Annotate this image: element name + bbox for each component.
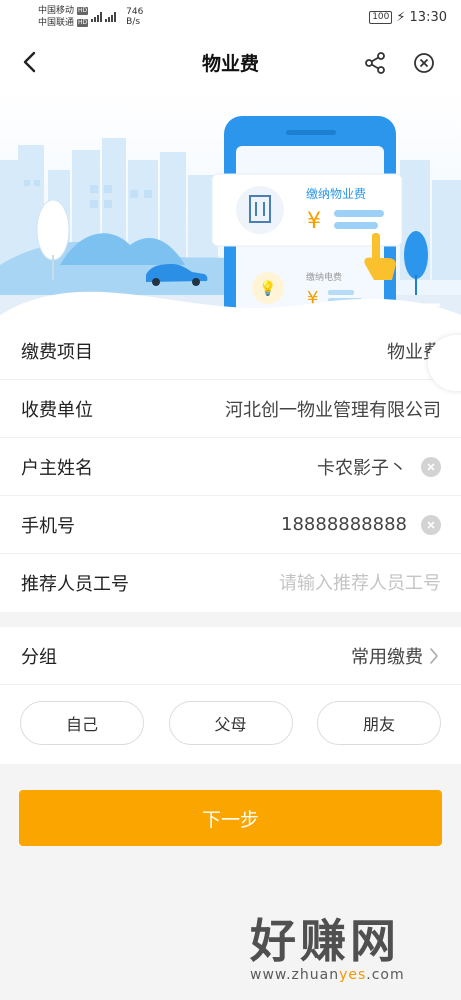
group-value: 常用缴费 [351, 646, 423, 668]
page-title: 物业费 [201, 52, 259, 75]
carrier-2: 中国联通 [38, 18, 75, 28]
carrier-1: 中国移动 [38, 6, 75, 16]
watermark-text: 好赚网 [250, 914, 400, 968]
row-phone: 手机号 18888888888 [0, 496, 461, 554]
hd-badge: HD [77, 7, 89, 15]
share-button[interactable] [361, 49, 389, 77]
row-label: 收费单位 [21, 399, 93, 421]
row-referrer-id: 推荐人员工号 [0, 554, 461, 612]
signal-icon [105, 12, 117, 22]
banner-illustration: 💡 缴纳电费 ¥ 缴纳物业费 ¥ [0, 90, 461, 325]
svg-text:💡: 💡 [259, 280, 276, 297]
banner-graphic: 💡 缴纳电费 ¥ 缴纳物业费 ¥ [0, 90, 461, 325]
payment-form: 缴费项目 物业费 收费单位 河北创一物业管理有限公司 户主姓名 卡农影子丶 手机… [0, 322, 461, 612]
banner-electric-title: 缴纳电费 [306, 271, 342, 283]
referrer-id-input[interactable] [181, 572, 441, 594]
signal-icon [91, 12, 103, 22]
row-label: 缴费项目 [21, 341, 93, 363]
net-speed: 746 B/s [126, 7, 144, 27]
row-payee-unit: 收费单位 河北创一物业管理有限公司 [0, 380, 461, 438]
close-icon [427, 462, 435, 471]
close-button[interactable] [410, 49, 438, 77]
group-chips: 自己 父母 朋友 [0, 685, 461, 745]
back-button[interactable] [16, 48, 44, 76]
hd-badge: HD [77, 19, 89, 27]
row-value: 河北创一物业管理有限公司 [225, 399, 441, 421]
chevron-left-icon [23, 51, 36, 73]
carrier-info: 中国移动 HD 中国联通 HD [38, 5, 89, 29]
clock: 13:30 [409, 9, 447, 25]
chip-parents[interactable]: 父母 [168, 701, 293, 745]
row-label: 手机号 [21, 515, 75, 537]
owner-name-input[interactable]: 卡农影子丶 [317, 454, 407, 480]
clear-button[interactable] [421, 514, 441, 535]
clear-button[interactable] [421, 456, 441, 477]
battery-icon: 100 [369, 10, 393, 24]
close-circle-icon [414, 53, 434, 73]
group-selector[interactable]: 分组 常用缴费 [0, 627, 461, 685]
watermark-url: www.zhuanyes.com [250, 967, 405, 983]
next-step-button[interactable]: 下一步 [19, 790, 442, 846]
status-bar: 中国移动 HD 中国联通 HD 746 B/s 100 ⚡ 13:30 [0, 0, 461, 34]
close-icon [427, 520, 435, 529]
nav-bar: 物业费 [0, 34, 461, 90]
row-payment-item: 缴费项目 物业费 [0, 322, 461, 380]
chip-self[interactable]: 自己 [20, 701, 144, 745]
banner-card-title: 缴纳物业费 [306, 186, 366, 201]
row-owner-name: 户主姓名 卡农影子丶 [0, 438, 461, 496]
charging-icon: ⚡ [396, 9, 406, 25]
phone-input[interactable]: 18888888888 [281, 514, 407, 535]
group-label: 分组 [21, 646, 57, 668]
chevron-right-icon [430, 647, 438, 664]
group-section: 分组 常用缴费 自己 父母 朋友 [0, 627, 461, 764]
share-icon [365, 52, 385, 74]
row-label: 户主姓名 [21, 457, 93, 479]
chip-friends[interactable]: 朋友 [317, 701, 441, 745]
row-label: 推荐人员工号 [21, 574, 129, 595]
watermark-logo: 好赚网 www.zhuanyes.com [250, 915, 450, 995]
banner-currency: ¥ [307, 209, 321, 234]
